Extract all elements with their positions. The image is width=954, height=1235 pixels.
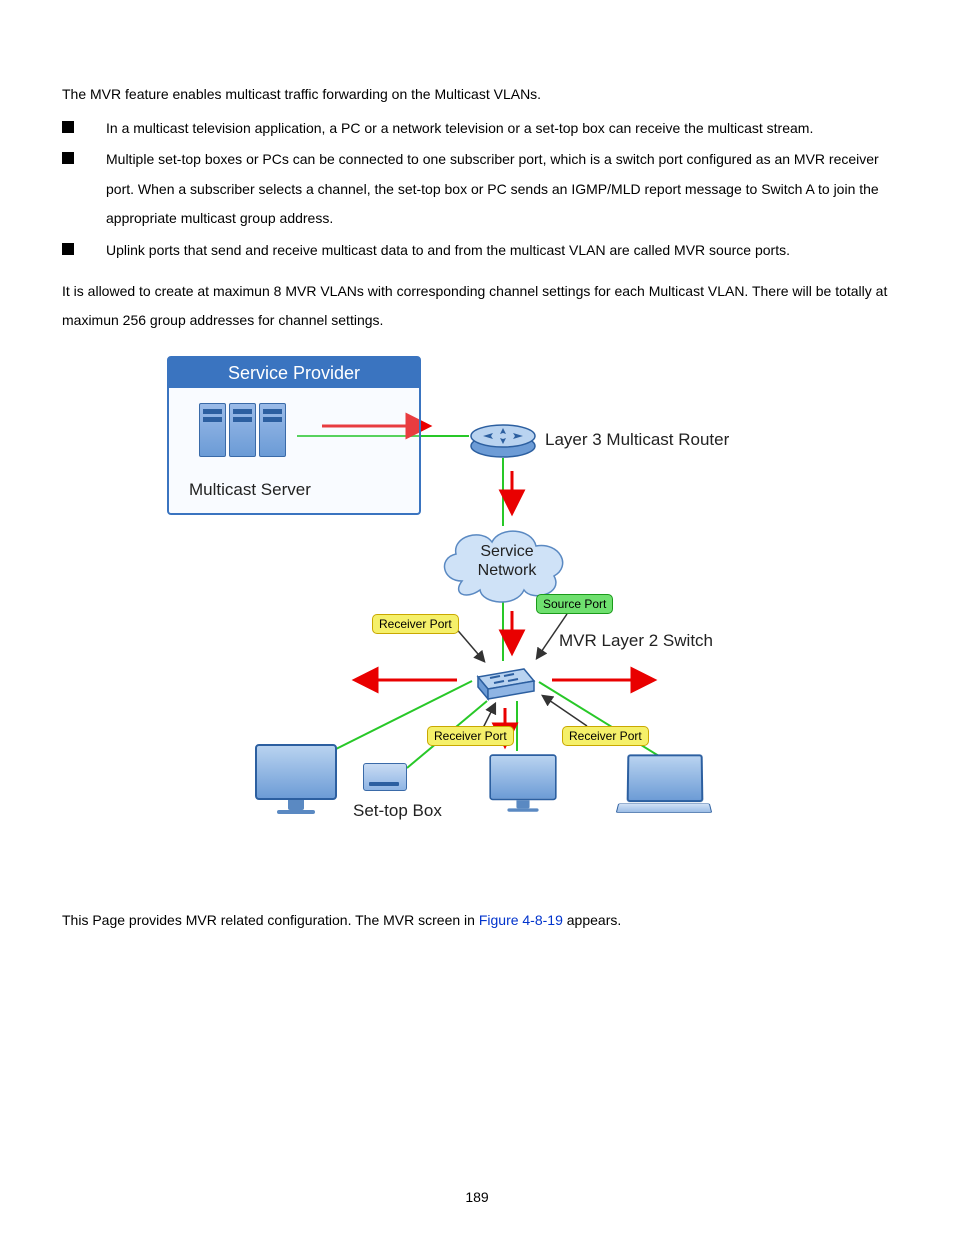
bullet-list: In a multicast television application, a… (62, 114, 892, 265)
page-number: 189 (0, 1189, 954, 1205)
switch-icon (472, 661, 540, 701)
cloud-icon: Service Network (432, 516, 582, 606)
server-rack-icon (199, 403, 286, 457)
bullet-item: In a multicast television application, a… (62, 114, 892, 143)
document-page: The MVR feature enables multicast traffi… (0, 0, 954, 1235)
multicast-server-label: Multicast Server (189, 480, 311, 500)
source-port-tag: Source Port (536, 594, 613, 614)
mvr-topology-diagram: Service Provider Multicast Server Layer … (167, 356, 787, 866)
service-network-line1: Service (480, 543, 533, 560)
monitor-icon (255, 744, 337, 814)
figure-reference-link[interactable]: Figure 4-8-19 (479, 912, 563, 928)
bullet-item: Uplink ports that send and receive multi… (62, 236, 892, 265)
service-network-label: Service Network (432, 542, 582, 580)
config-note-suffix: appears. (563, 912, 621, 928)
mvr-switch-label: MVR Layer 2 Switch (559, 631, 713, 651)
bullet-item: Multiple set-top boxes or PCs can be con… (62, 145, 892, 233)
l3-router-label: Layer 3 Multicast Router (545, 430, 729, 450)
receiver-port-tag: Receiver Port (562, 726, 649, 746)
config-note-prefix: This Page provides MVR related configura… (62, 912, 479, 928)
receiver-port-tag: Receiver Port (372, 614, 459, 634)
router-icon (469, 418, 537, 458)
max-vlans-note: It is allowed to create at maximun 8 MVR… (62, 277, 892, 336)
settop-box-icon (363, 763, 407, 791)
service-network-line2: Network (478, 562, 537, 579)
receiver-port-tag: Receiver Port (427, 726, 514, 746)
monitor-icon (489, 754, 556, 811)
settop-box-label: Set-top Box (353, 801, 442, 821)
config-note: This Page provides MVR related configura… (62, 906, 892, 934)
service-provider-box: Service Provider Multicast Server (167, 356, 421, 515)
service-provider-header: Service Provider (169, 358, 419, 388)
intro-text: The MVR feature enables multicast traffi… (62, 80, 892, 108)
laptop-icon (627, 754, 711, 816)
